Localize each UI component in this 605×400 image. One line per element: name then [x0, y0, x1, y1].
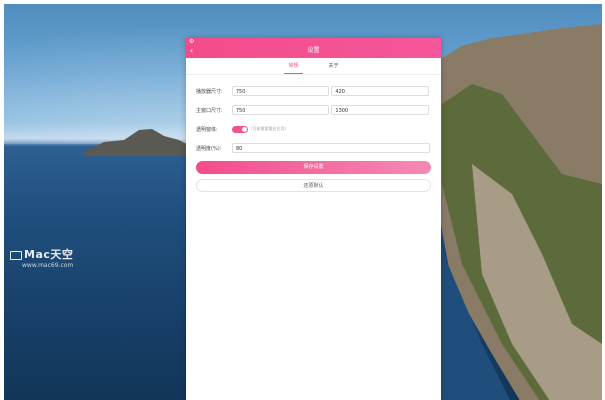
settings-form: 播放器尺寸: 750 420 主窗口尺寸: 750 1300 透明窗体: (可能… — [186, 75, 441, 154]
titlebar: ⚙ ‹ 设置 — [186, 38, 441, 58]
tab-general[interactable]: 常规 — [284, 58, 303, 74]
cliff-landscape — [432, 24, 602, 400]
watermark-text: Mac天空 — [24, 248, 74, 261]
window-width-input[interactable]: 750 — [231, 105, 330, 115]
reset-defaults-button[interactable]: 还原默认 — [196, 179, 431, 192]
transparent-label: 透明窗体: — [196, 126, 218, 133]
watermark: Mac天空 www.mac69.com — [10, 246, 73, 269]
window-size-label: 主窗口尺寸: — [196, 107, 223, 114]
opacity-row: 透明度(%): 80 — [196, 142, 431, 154]
player-width-input[interactable]: 750 — [231, 86, 330, 96]
player-size-label: 播放器尺寸: — [196, 88, 223, 95]
window-title: 设置 — [307, 47, 320, 54]
watermark-url: www.mac69.com — [22, 262, 74, 269]
player-height-input[interactable]: 420 — [331, 86, 429, 96]
transparent-row: 透明窗体: (可能需要重启应用) — [196, 123, 431, 135]
tab-bar: 常规 关于 — [186, 58, 441, 75]
save-settings-button[interactable]: 保存设置 — [196, 161, 431, 174]
transparent-hint: (可能需要重启应用) — [251, 126, 287, 131]
opacity-input[interactable]: 80 — [232, 143, 430, 153]
tab-about[interactable]: 关于 — [325, 58, 343, 74]
transparent-toggle[interactable] — [232, 125, 248, 133]
opacity-label: 透明度(%): — [196, 145, 222, 152]
window-height-input[interactable]: 1300 — [331, 105, 429, 115]
player-size-row: 播放器尺寸: 750 420 — [196, 85, 431, 97]
window-size-row: 主窗口尺寸: 750 1300 — [196, 104, 431, 116]
island-silhouette — [84, 129, 194, 156]
settings-window: ⚙ ‹ 设置 常规 关于 播放器尺寸: 750 420 主窗口尺寸: 750 1… — [186, 38, 441, 400]
watermark-icon — [10, 250, 22, 260]
